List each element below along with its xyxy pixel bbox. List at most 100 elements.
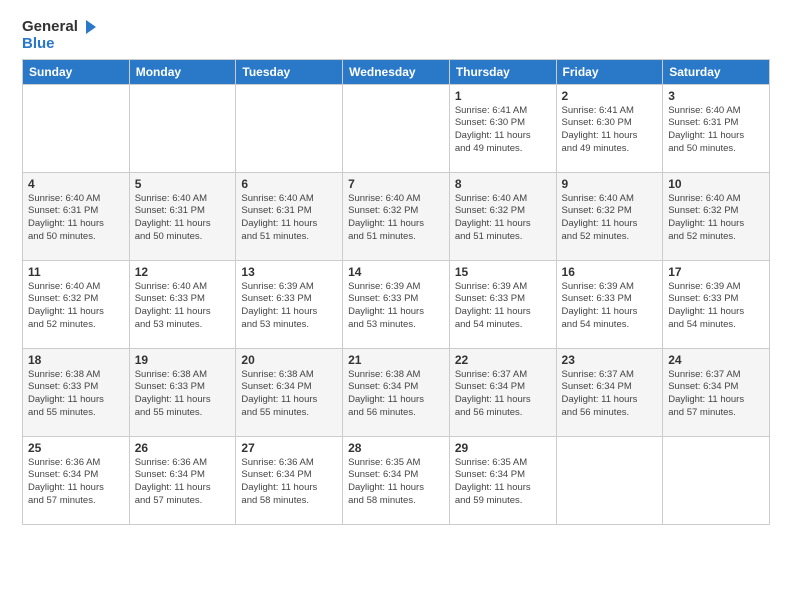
calendar-cell: 5Sunrise: 6:40 AMSunset: 6:31 PMDaylight…: [129, 172, 236, 260]
calendar-cell: 11Sunrise: 6:40 AMSunset: 6:32 PMDayligh…: [23, 260, 130, 348]
day-info: Sunrise: 6:36 AMSunset: 6:34 PMDaylight:…: [241, 457, 337, 508]
weekday-header-sunday: Sunday: [23, 59, 130, 84]
calendar-cell: 6Sunrise: 6:40 AMSunset: 6:31 PMDaylight…: [236, 172, 343, 260]
weekday-header-friday: Friday: [556, 59, 663, 84]
day-number: 22: [455, 353, 551, 367]
day-number: 15: [455, 265, 551, 279]
calendar-cell: [236, 84, 343, 172]
calendar-cell: 28 Sunrise: 6:35 AMSunset: 6:34 PMDayligh…: [343, 436, 450, 524]
calendar-cell: 3 Sunrise: 6:40 AMSunset: 6:31 PMDaylight…: [663, 84, 770, 172]
weekday-header-tuesday: Tuesday: [236, 59, 343, 84]
calendar-cell: [343, 84, 450, 172]
calendar-cell: 18Sunrise: 6:38 AMSunset: 6:33 PMDayligh…: [23, 348, 130, 436]
day-number: 4: [28, 177, 124, 191]
day-info: Sunrise: 6:38 AMSunset: 6:34 PMDaylight:…: [348, 369, 444, 420]
calendar-cell: 12 Sunrise: 6:40 AMSunset: 6:33 PMDayligh…: [129, 260, 236, 348]
day-info: Sunrise: 6:40 AMSunset: 6:32 PMDaylight:…: [668, 193, 764, 244]
calendar-cell: 24 Sunrise: 6:37 AMSunset: 6:34 PMDayligh…: [663, 348, 770, 436]
logo-general: General: [22, 19, 78, 36]
day-info: Sunrise: 6:39 AMSunset: 6:33 PMDaylight:…: [241, 281, 337, 332]
day-number: 3: [668, 89, 764, 103]
calendar-cell: [556, 436, 663, 524]
day-info: Sunrise: 6:39 AMSunset: 6:33 PMDaylight:…: [668, 281, 764, 332]
day-info: Sunrise: 6:38 AMSunset: 6:34 PMDaylight:…: [241, 369, 337, 420]
calendar-cell: 22 Sunrise: 6:37 AMSunset: 6:34 PMDayligh…: [449, 348, 556, 436]
day-info: Sunrise: 6:40 AMSunset: 6:32 PMDaylight:…: [348, 193, 444, 244]
weekday-header-thursday: Thursday: [449, 59, 556, 84]
day-info: Sunrise: 6:36 AMSunset: 6:34 PMDaylight:…: [135, 457, 231, 508]
day-number: 25: [28, 441, 124, 455]
day-info: Sunrise: 6:39 AMSunset: 6:33 PMDaylight:…: [562, 281, 658, 332]
calendar-cell: 25 Sunrise: 6:36 AMSunset: 6:34 PMDayligh…: [23, 436, 130, 524]
day-number: 2: [562, 89, 658, 103]
day-number: 19: [135, 353, 231, 367]
calendar-cell: 16 Sunrise: 6:39 AMSunset: 6:33 PMDayligh…: [556, 260, 663, 348]
day-number: 17: [668, 265, 764, 279]
day-info: Sunrise: 6:41 AMSunset: 6:30 PMDaylight:…: [562, 105, 658, 156]
day-info: Sunrise: 6:38 AMSunset: 6:33 PMDaylight:…: [135, 369, 231, 420]
calendar-week-4: 18Sunrise: 6:38 AMSunset: 6:33 PMDayligh…: [23, 348, 770, 436]
calendar-week-2: 4 Sunrise: 6:40 AMSunset: 6:31 PMDaylight…: [23, 172, 770, 260]
day-info: Sunrise: 6:40 AMSunset: 6:31 PMDaylight:…: [668, 105, 764, 156]
day-number: 10: [668, 177, 764, 191]
page: General Blue SundayMondayTuesdayWednesda…: [0, 0, 792, 537]
logo-blue: Blue: [22, 36, 98, 53]
calendar-cell: 8 Sunrise: 6:40 AMSunset: 6:32 PMDaylight…: [449, 172, 556, 260]
day-number: 21: [348, 353, 444, 367]
weekday-header-wednesday: Wednesday: [343, 59, 450, 84]
calendar-cell: 27 Sunrise: 6:36 AMSunset: 6:34 PMDayligh…: [236, 436, 343, 524]
day-info: Sunrise: 6:40 AMSunset: 6:31 PMDaylight:…: [28, 193, 124, 244]
day-info: Sunrise: 6:40 AMSunset: 6:31 PMDaylight:…: [135, 193, 231, 244]
calendar-cell: 2 Sunrise: 6:41 AMSunset: 6:30 PMDaylight…: [556, 84, 663, 172]
calendar-cell: 29Sunrise: 6:35 AMSunset: 6:34 PMDayligh…: [449, 436, 556, 524]
day-info: Sunrise: 6:40 AMSunset: 6:32 PMDaylight:…: [562, 193, 658, 244]
day-number: 28: [348, 441, 444, 455]
day-number: 16: [562, 265, 658, 279]
day-number: 27: [241, 441, 337, 455]
header: General Blue: [22, 18, 770, 53]
calendar-cell: 23 Sunrise: 6:37 AMSunset: 6:34 PMDayligh…: [556, 348, 663, 436]
day-info: Sunrise: 6:40 AMSunset: 6:32 PMDaylight:…: [455, 193, 551, 244]
calendar-cell: 20 Sunrise: 6:38 AMSunset: 6:34 PMDayligh…: [236, 348, 343, 436]
calendar-cell: 17 Sunrise: 6:39 AMSunset: 6:33 PMDayligh…: [663, 260, 770, 348]
day-info: Sunrise: 6:37 AMSunset: 6:34 PMDaylight:…: [562, 369, 658, 420]
day-number: 29: [455, 441, 551, 455]
calendar-cell: 13 Sunrise: 6:39 AMSunset: 6:33 PMDayligh…: [236, 260, 343, 348]
logo-arrow-icon: [80, 18, 98, 36]
weekday-header-saturday: Saturday: [663, 59, 770, 84]
day-number: 12: [135, 265, 231, 279]
calendar-cell: 15Sunrise: 6:39 AMSunset: 6:33 PMDayligh…: [449, 260, 556, 348]
logo: General Blue: [22, 18, 98, 53]
calendar-cell: 7Sunrise: 6:40 AMSunset: 6:32 PMDaylight…: [343, 172, 450, 260]
day-info: Sunrise: 6:38 AMSunset: 6:33 PMDaylight:…: [28, 369, 124, 420]
day-info: Sunrise: 6:35 AMSunset: 6:34 PMDaylight:…: [348, 457, 444, 508]
day-number: 14: [348, 265, 444, 279]
calendar-cell: [23, 84, 130, 172]
day-number: 26: [135, 441, 231, 455]
day-info: Sunrise: 6:40 AMSunset: 6:33 PMDaylight:…: [135, 281, 231, 332]
calendar-cell: 10 Sunrise: 6:40 AMSunset: 6:32 PMDayligh…: [663, 172, 770, 260]
calendar-cell: [129, 84, 236, 172]
day-info: Sunrise: 6:39 AMSunset: 6:33 PMDaylight:…: [348, 281, 444, 332]
day-number: 24: [668, 353, 764, 367]
calendar-cell: 1Sunrise: 6:41 AMSunset: 6:30 PMDaylight…: [449, 84, 556, 172]
day-number: 6: [241, 177, 337, 191]
day-number: 23: [562, 353, 658, 367]
day-number: 9: [562, 177, 658, 191]
calendar-cell: 26 Sunrise: 6:36 AMSunset: 6:34 PMDayligh…: [129, 436, 236, 524]
day-number: 8: [455, 177, 551, 191]
calendar-cell: 21 Sunrise: 6:38 AMSunset: 6:34 PMDayligh…: [343, 348, 450, 436]
logo-text: General Blue: [22, 18, 98, 53]
day-number: 13: [241, 265, 337, 279]
day-info: Sunrise: 6:37 AMSunset: 6:34 PMDaylight:…: [455, 369, 551, 420]
calendar-cell: 4 Sunrise: 6:40 AMSunset: 6:31 PMDaylight…: [23, 172, 130, 260]
calendar-cell: 9 Sunrise: 6:40 AMSunset: 6:32 PMDaylight…: [556, 172, 663, 260]
calendar-cell: 19 Sunrise: 6:38 AMSunset: 6:33 PMDayligh…: [129, 348, 236, 436]
day-info: Sunrise: 6:40 AMSunset: 6:32 PMDaylight:…: [28, 281, 124, 332]
calendar-cell: 14 Sunrise: 6:39 AMSunset: 6:33 PMDayligh…: [343, 260, 450, 348]
day-number: 20: [241, 353, 337, 367]
calendar-week-1: 1Sunrise: 6:41 AMSunset: 6:30 PMDaylight…: [23, 84, 770, 172]
day-info: Sunrise: 6:37 AMSunset: 6:34 PMDaylight:…: [668, 369, 764, 420]
day-info: Sunrise: 6:41 AMSunset: 6:30 PMDaylight:…: [455, 105, 551, 156]
day-info: Sunrise: 6:36 AMSunset: 6:34 PMDaylight:…: [28, 457, 124, 508]
